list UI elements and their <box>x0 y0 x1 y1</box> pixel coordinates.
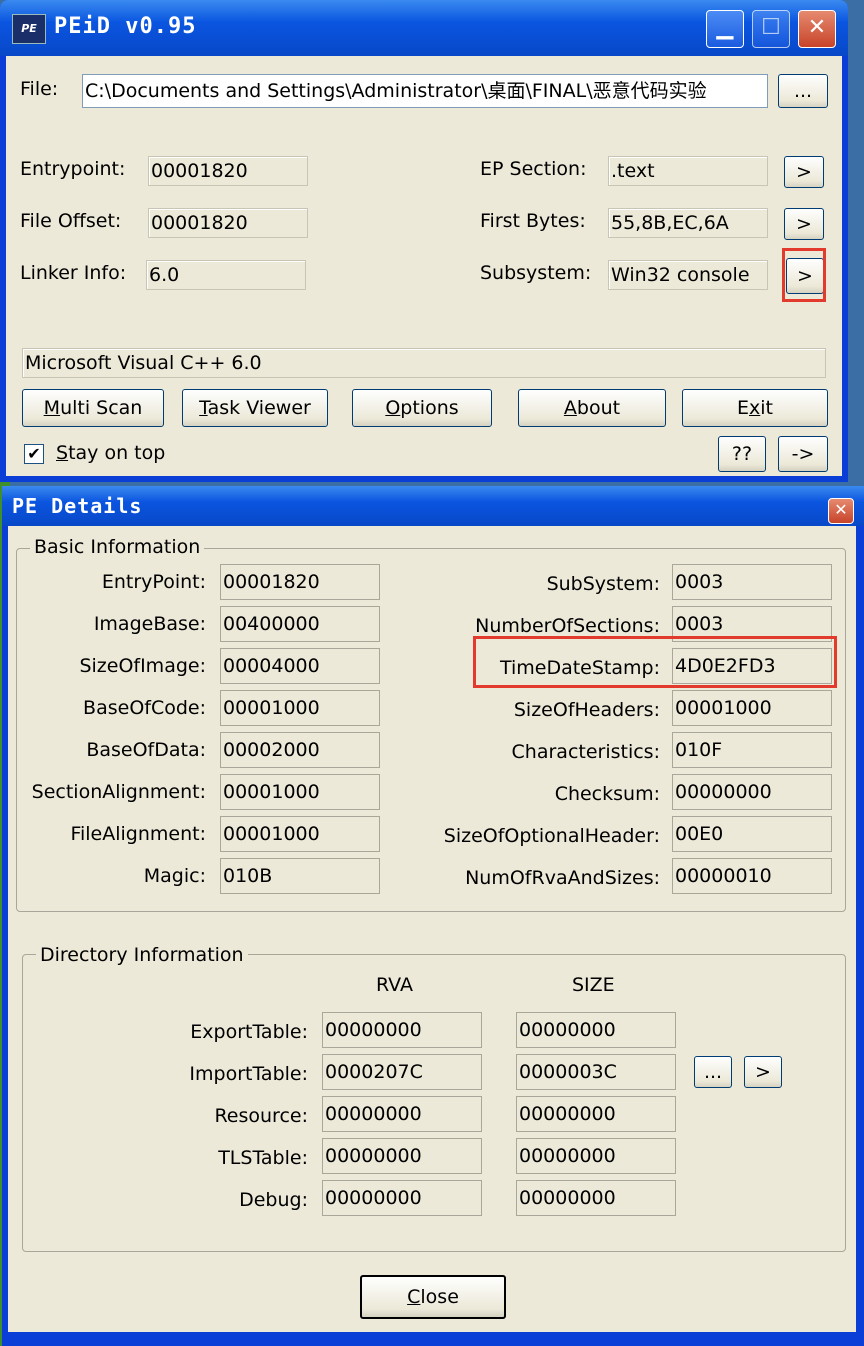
basic-right-value[interactable]: 0003 <box>672 564 832 600</box>
basic-left-label: BaseOfData: <box>86 739 206 761</box>
basic-right-label: Characteristics: <box>511 741 660 763</box>
peid-client: File: C:\Documents and Settings\Administ… <box>6 56 842 476</box>
dir-size-value[interactable]: 0000003C <box>516 1054 676 1090</box>
details-close-icon[interactable]: ✕ <box>828 498 854 524</box>
basic-left-label: SectionAlignment: <box>31 781 206 803</box>
details-close-button[interactable]: Close <box>360 1275 506 1319</box>
dir-rva-value[interactable]: 00000000 <box>322 1180 482 1216</box>
firstbytes-label: First Bytes: <box>480 210 586 232</box>
basic-right-label: SizeOfOptionalHeader: <box>443 825 660 847</box>
linker-field[interactable]: 6.0 <box>146 260 306 290</box>
linker-label: Linker Info: <box>20 262 127 284</box>
basic-right-label: NumberOfSections: <box>475 615 660 637</box>
import-details-button[interactable]: ... <box>694 1056 732 1088</box>
basic-left-value[interactable]: 00001000 <box>220 816 380 852</box>
basic-left-value[interactable]: 00400000 <box>220 606 380 642</box>
firstbytes-arrow-button[interactable]: > <box>784 208 824 240</box>
details-window-title: PE Details <box>12 494 143 518</box>
directory-info-title: Directory Information <box>36 944 248 966</box>
dir-rva-value[interactable]: 00000000 <box>322 1096 482 1132</box>
basic-left-value[interactable]: 00002000 <box>220 732 380 768</box>
stay-on-top-checkbox[interactable]: ✔ <box>24 444 44 464</box>
basic-left-value[interactable]: 010B <box>220 858 380 894</box>
dir-label: ImportTable: <box>189 1063 308 1085</box>
firstbytes-field[interactable]: 55,8B,EC,6A <box>608 208 768 238</box>
basic-left-value[interactable]: 00001000 <box>220 774 380 810</box>
epsection-label: EP Section: <box>480 158 587 180</box>
file-path-field[interactable]: C:\Documents and Settings\Administrator\… <box>82 74 768 108</box>
import-arrow-button[interactable]: > <box>744 1056 782 1088</box>
subsystem-label: Subsystem: <box>480 262 592 284</box>
basic-left-label: Magic: <box>143 865 206 887</box>
multi-scan-button[interactable]: Multi Scan <box>22 389 164 427</box>
dir-rva-value[interactable]: 00000000 <box>322 1012 482 1048</box>
entrypoint-label: Entrypoint: <box>20 158 126 180</box>
file-label: File: <box>20 78 59 100</box>
basic-right-label: Checksum: <box>554 783 660 805</box>
basic-right-label: SubSystem: <box>546 573 660 595</box>
highlight-box-subsystem <box>782 248 826 302</box>
details-client: Basic Information EntryPoint: 00001820 Im… <box>8 526 856 1332</box>
basic-right-label: NumOfRvaAndSizes: <box>465 867 660 889</box>
basic-left-label: ImageBase: <box>93 613 206 635</box>
basic-left-label: BaseOfCode: <box>83 697 206 719</box>
basic-right-label: SizeOfHeaders: <box>513 699 660 721</box>
extra-info-button[interactable]: -> <box>778 436 828 472</box>
basic-right-value[interactable]: 010F <box>672 732 832 768</box>
dir-rva-value[interactable]: 0000207C <box>322 1054 482 1090</box>
dir-size-value[interactable]: 00000000 <box>516 1180 676 1216</box>
basic-left-value[interactable]: 00001820 <box>220 564 380 600</box>
exit-button[interactable]: Exit <box>682 389 828 427</box>
peid-app-icon: PE <box>12 14 46 44</box>
basic-info-title: Basic Information <box>30 536 205 558</box>
browse-button[interactable]: ... <box>778 74 828 108</box>
size-header: SIZE <box>572 974 615 996</box>
basic-left-label: FileAlignment: <box>70 823 206 845</box>
dir-size-value[interactable]: 00000000 <box>516 1012 676 1048</box>
fileoffset-field[interactable]: 00001820 <box>148 208 308 238</box>
basic-left-label: EntryPoint: <box>101 571 206 593</box>
rva-header: RVA <box>376 974 413 996</box>
close-icon[interactable]: ✕ <box>798 10 836 48</box>
pe-details-window: PE Details ✕ Basic Information EntryPoin… <box>2 486 864 1346</box>
peid-window: PE PEiD v0.95 ▁ ☐ ✕ File: C:\Documents a… <box>0 0 848 482</box>
details-title-bar[interactable]: PE Details ✕ <box>2 486 864 526</box>
subsystem-field[interactable]: Win32 console <box>608 260 768 290</box>
basic-right-value[interactable]: 00000010 <box>672 858 832 894</box>
epsection-arrow-button[interactable]: > <box>784 156 824 188</box>
epsection-field[interactable]: .text <box>608 156 768 186</box>
basic-right-value[interactable]: 00000000 <box>672 774 832 810</box>
dir-size-value[interactable]: 00000000 <box>516 1096 676 1132</box>
fileoffset-label: File Offset: <box>20 210 122 232</box>
dir-size-value[interactable]: 00000000 <box>516 1138 676 1174</box>
basic-right-value[interactable]: 00001000 <box>672 690 832 726</box>
task-viewer-button[interactable]: Task Viewer <box>182 389 328 427</box>
maximize-icon: ☐ <box>752 10 790 48</box>
stay-on-top-label[interactable]: Stay on top <box>56 442 165 464</box>
entrypoint-field[interactable]: 00001820 <box>148 156 308 186</box>
title-bar[interactable]: PE PEiD v0.95 ▁ ☐ ✕ <box>0 0 848 56</box>
basic-left-value[interactable]: 00004000 <box>220 648 380 684</box>
minimize-icon[interactable]: ▁ <box>706 10 744 48</box>
window-title: PEiD v0.95 <box>54 14 197 39</box>
dir-rva-value[interactable]: 00000000 <box>322 1138 482 1174</box>
dir-label: ExportTable: <box>190 1021 308 1043</box>
basic-right-value[interactable]: 00E0 <box>672 816 832 852</box>
basic-left-value[interactable]: 00001000 <box>220 690 380 726</box>
dir-label: TLSTable: <box>218 1147 308 1169</box>
help-button[interactable]: ?? <box>718 436 766 472</box>
options-button[interactable]: Options <box>352 389 492 427</box>
scan-result-field[interactable]: Microsoft Visual C++ 6.0 <box>22 348 826 378</box>
about-button[interactable]: About <box>518 389 666 427</box>
dir-label: Resource: <box>214 1105 308 1127</box>
highlight-box-timestamp <box>473 636 837 688</box>
dir-label: Debug: <box>239 1189 308 1211</box>
basic-left-label: SizeOfImage: <box>79 655 206 677</box>
